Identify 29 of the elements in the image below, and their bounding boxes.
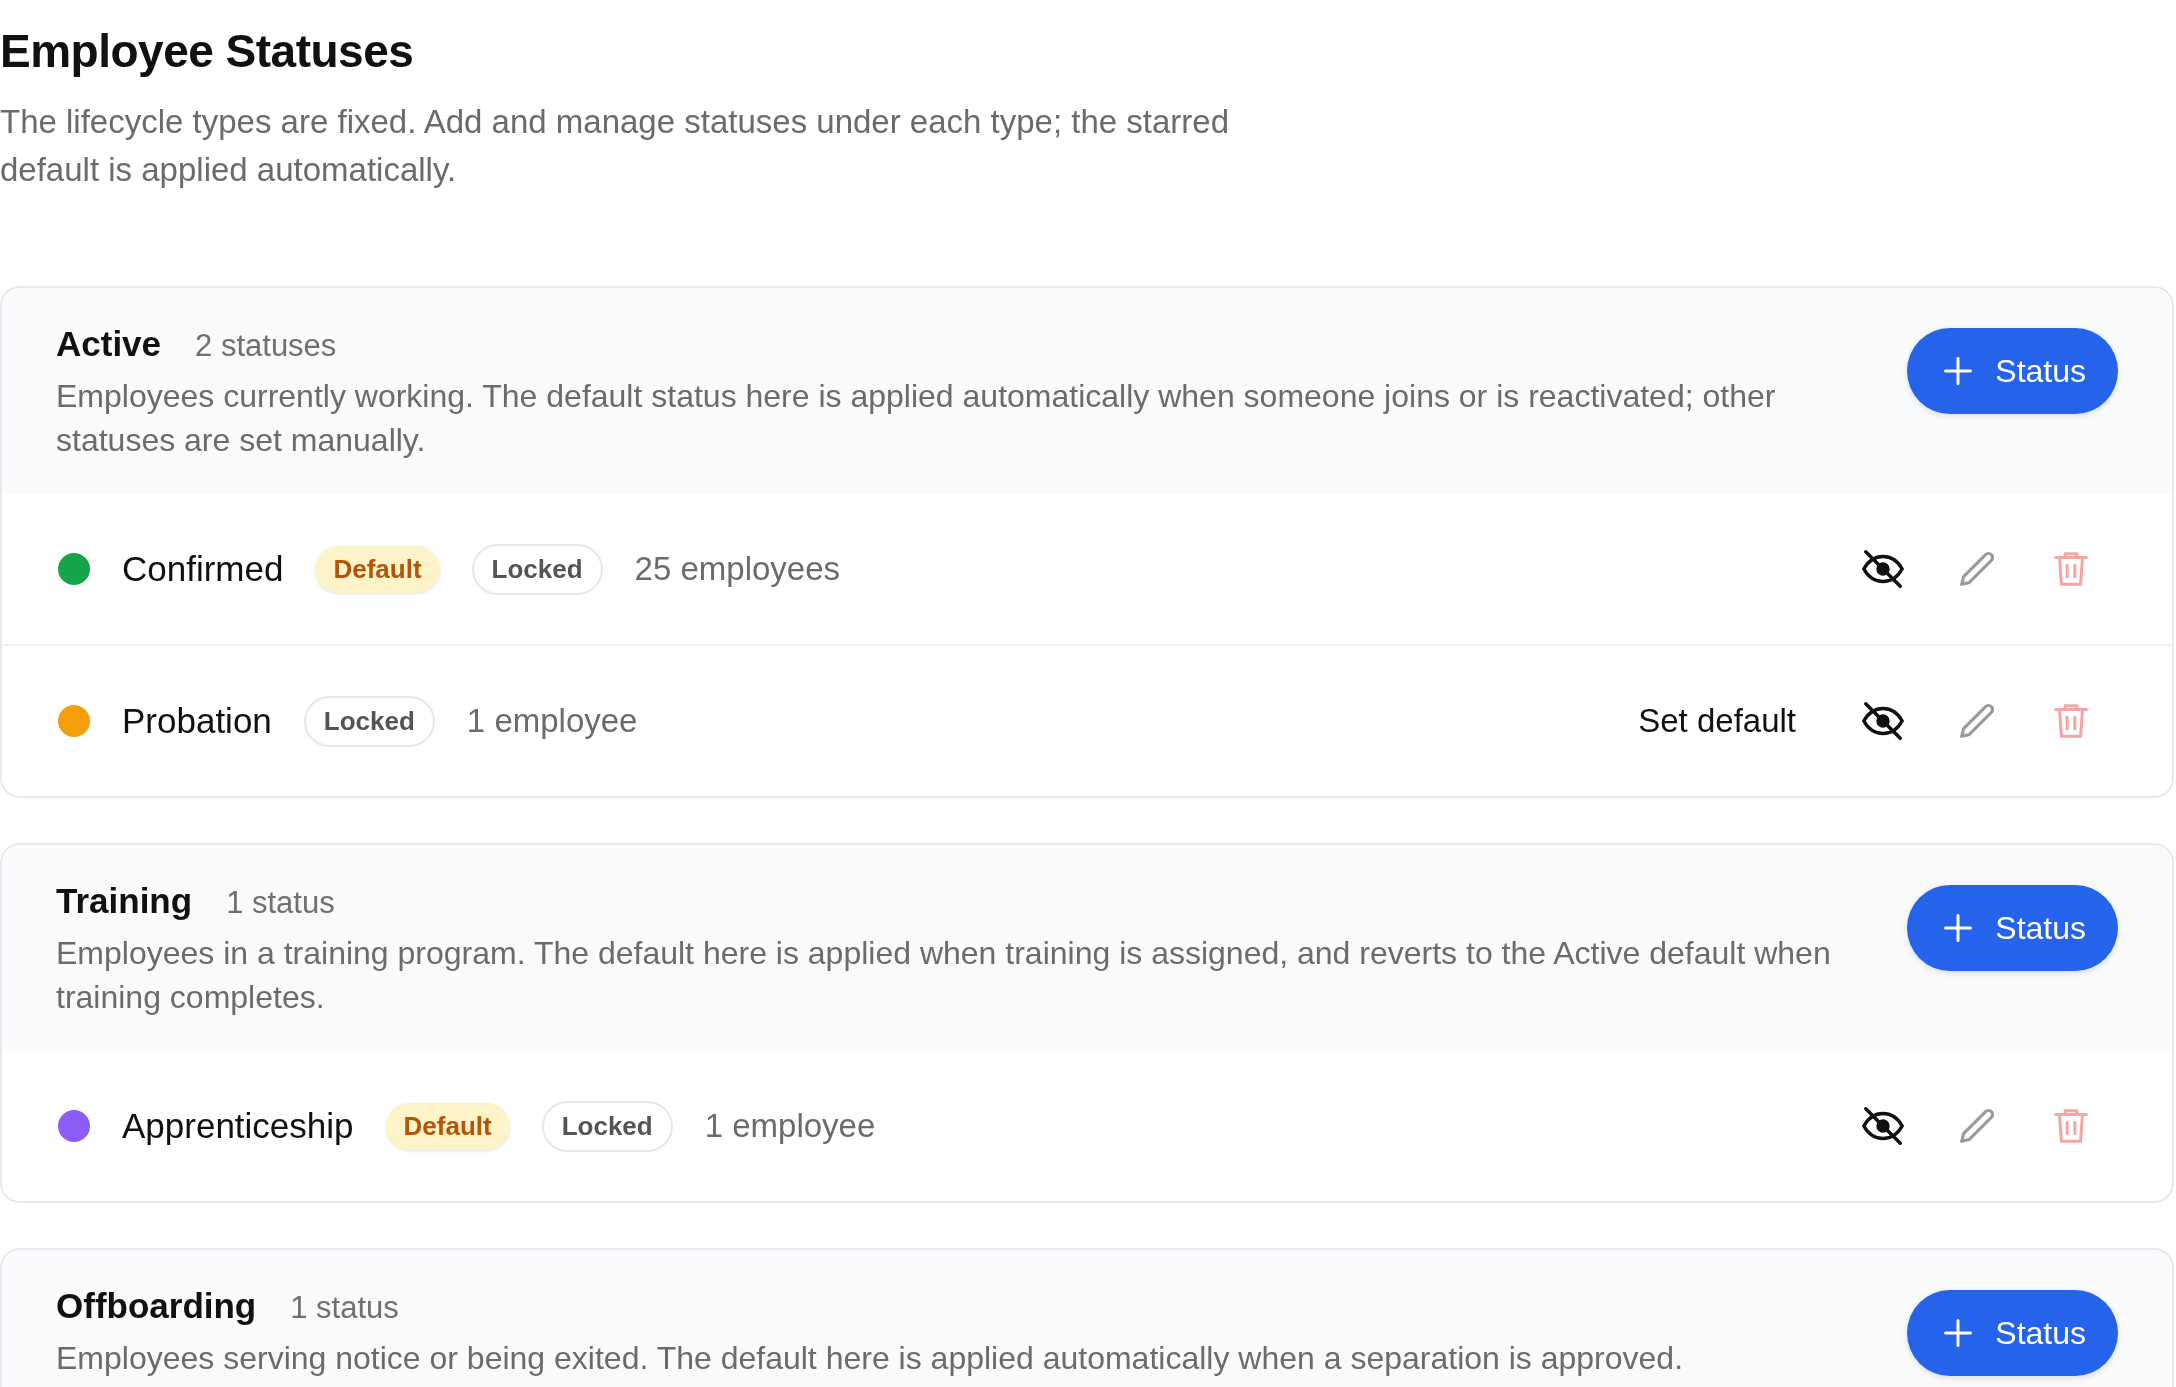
default-badge: Default (315, 545, 440, 593)
status-count: 1 status (290, 1290, 399, 1326)
page-description: The lifecycle types are fixed. Add and manage statuses under each type; the starred default is applied automatically. (0, 102, 1231, 190)
status-count: 1 status (226, 885, 335, 921)
set-default-button[interactable]: Set default (1638, 702, 1796, 740)
group-description: Employees serving notice or being exited. The default here is applied automatically when a separation is approved. (56, 1339, 1685, 1378)
group-description: Employees currently working. The default status here is applied automatically when someone joins or is reactivated; other statuses are set manually. (56, 377, 1777, 460)
employee-count: 1 employee (704, 1107, 876, 1145)
group-name: Training (56, 881, 193, 921)
locked-badge: Locked (471, 543, 603, 595)
employee-count: 25 employees (634, 550, 841, 588)
plus-icon (1943, 356, 1974, 386)
employee-count: 1 employee (466, 702, 638, 740)
status-name: Apprenticeship (122, 1106, 354, 1146)
locked-badge: Locked (303, 695, 435, 747)
locked-badge: Locked (541, 1100, 673, 1152)
add-status-button[interactable]: Status (1907, 1290, 2118, 1376)
add-status-button[interactable]: Status (1907, 328, 2118, 414)
status-name: Confirmed (122, 549, 284, 589)
group-name: Offboarding (56, 1286, 257, 1326)
plus-icon (1943, 1318, 1974, 1348)
status-name: Probation (122, 701, 272, 741)
default-badge: Default (385, 1102, 510, 1150)
status-count: 2 statuses (195, 328, 337, 364)
group-description: Employees in a training program. The default here is applied when training is assigned, and reverts to the Active default when training completes. (56, 934, 1832, 1017)
add-status-button[interactable]: Status (1907, 885, 2118, 971)
plus-icon (1943, 913, 1974, 943)
page-title: Employee Statuses (0, 24, 415, 78)
group-name: Active (56, 324, 162, 364)
